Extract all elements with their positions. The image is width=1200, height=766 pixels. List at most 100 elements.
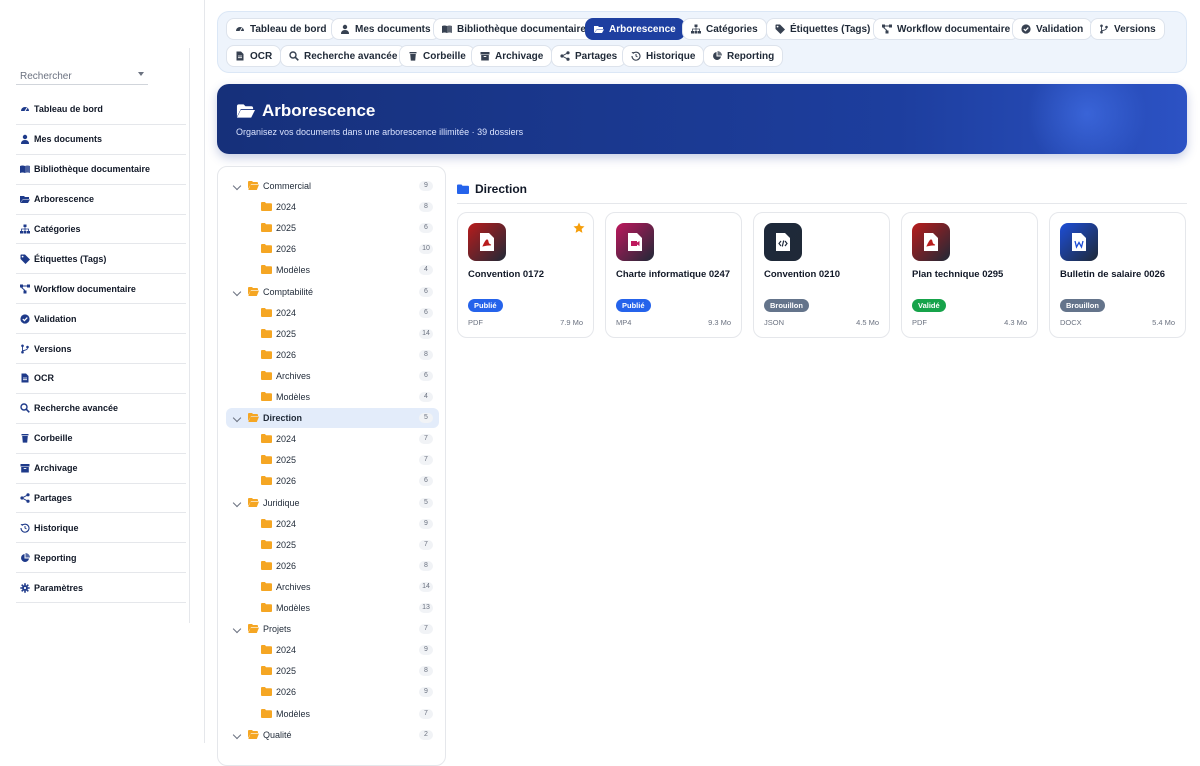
tree-folder[interactable]: Direction 5	[226, 408, 439, 429]
tree-subfolder[interactable]: 2024 9	[226, 640, 439, 660]
tree-subfolder[interactable]: 2025 6	[226, 218, 439, 238]
folder-open-icon	[248, 729, 259, 739]
tree-label: Archives	[276, 581, 311, 592]
chevron-down-icon[interactable]	[232, 413, 242, 423]
tree-subfolder[interactable]: 2024 8	[226, 197, 439, 217]
tab-label: Étiquettes (Tags)	[790, 23, 871, 35]
tree-label: Commercial	[263, 181, 312, 191]
sidebar-item-11[interactable]: Corbeille	[16, 424, 186, 454]
tree-subfolder[interactable]: 2026 6	[226, 471, 439, 491]
tab-9[interactable]: OCR	[226, 45, 282, 67]
tree-folder[interactable]: Juridique 5	[226, 493, 439, 513]
document-card[interactable]: Convention 0210 Brouillon JSON 4.5 Mo	[753, 212, 890, 338]
sidebar-item-4[interactable]: Catégories	[16, 215, 186, 245]
tree-subfolder[interactable]: 2025 7	[226, 450, 439, 470]
sitemap-icon	[691, 24, 701, 34]
tab-label: Catégories	[706, 23, 758, 35]
chevron-down-icon[interactable]	[232, 498, 242, 507]
chevron-down-icon[interactable]	[232, 181, 242, 191]
sidebar-search-select[interactable]: Rechercher	[16, 65, 148, 85]
folder-open-icon	[20, 194, 30, 204]
branch-icon	[20, 344, 30, 354]
sidebar-item-6[interactable]: Workflow documentaire	[16, 274, 186, 305]
sidebar-item-13[interactable]: Partages	[16, 484, 186, 514]
tree-subfolder[interactable]: 2026 8	[226, 556, 439, 576]
sidebar-item-1[interactable]: Mes documents	[16, 125, 186, 155]
tree-subfolder[interactable]: 2024 6	[226, 303, 439, 323]
tree-folder[interactable]: Commercial 9	[226, 176, 439, 196]
sidebar-item-12[interactable]: Archivage	[16, 454, 186, 484]
document-card[interactable]: Convention 0172 Publié PDF 7.9 Mo	[457, 212, 594, 338]
chevron-down-icon[interactable]	[232, 624, 242, 634]
tab-3[interactable]: Arborescence	[585, 18, 685, 40]
tab-14[interactable]: Historique	[622, 45, 705, 67]
sidebar-scrollbar[interactable]	[189, 48, 190, 623]
tab-15[interactable]: Reporting	[703, 45, 784, 67]
sidebar-item-15[interactable]: Reporting	[16, 543, 186, 574]
count-badge: 8	[419, 349, 433, 360]
tab-6[interactable]: Workflow documentaire	[873, 18, 1020, 40]
tab-11[interactable]: Corbeille	[399, 45, 475, 67]
document-card[interactable]: Plan technique 0295 Validé PDF 4.3 Mo	[901, 212, 1038, 338]
tree-subfolder[interactable]: 2026 9	[226, 682, 439, 702]
folder-icon	[261, 666, 272, 676]
tree-folder[interactable]: Qualité 2	[226, 725, 439, 745]
tab-4[interactable]: Catégories	[682, 18, 767, 40]
sidebar-item-0[interactable]: Tableau de bord	[16, 95, 186, 125]
tree-subfolder[interactable]: 2026 10	[226, 239, 439, 259]
sidebar-item-7[interactable]: Validation	[16, 304, 186, 335]
tree-subfolder[interactable]: 2025 8	[226, 661, 439, 681]
tree-subfolder[interactable]: 2026 8	[226, 345, 439, 365]
tab-10[interactable]: Recherche avancée	[280, 45, 407, 67]
sidebar-item-2[interactable]: Bibliothèque documentaire	[16, 155, 186, 185]
chevron-down-icon[interactable]	[232, 287, 242, 296]
folder-icon	[261, 581, 272, 591]
folder-icon	[261, 603, 272, 612]
sidebar-item-label: Versions	[34, 343, 72, 354]
document-card[interactable]: Charte informatique 0247 Publié MP4 9.3 Mo	[605, 212, 742, 338]
sidebar-item-16[interactable]: Paramètres	[16, 573, 186, 604]
tab-12[interactable]: Archivage	[471, 45, 553, 67]
branch-icon	[1099, 24, 1109, 34]
tab-2[interactable]: Bibliothèque documentaire	[433, 18, 595, 40]
gear-icon	[20, 582, 30, 593]
tree-subfolder[interactable]: Modèles 13	[226, 598, 439, 618]
sidebar-item-9[interactable]: OCR	[16, 364, 186, 394]
sidebar-item-8[interactable]: Versions	[16, 334, 186, 365]
tree-subfolder[interactable]: Modèles 4	[226, 260, 439, 280]
folder-icon	[261, 687, 272, 697]
count-badge: 6	[419, 286, 433, 297]
tree-subfolder[interactable]: 2024 9	[226, 514, 439, 534]
tree-folder[interactable]: Comptabilité 6	[226, 282, 439, 302]
tree-subfolder[interactable]: Archives 6	[226, 366, 439, 386]
tree-label: Modèles	[276, 603, 311, 613]
sidebar-item-5[interactable]: Étiquettes (Tags)	[16, 244, 186, 275]
tab-7[interactable]: Validation	[1012, 18, 1093, 40]
search-icon	[20, 403, 30, 414]
chevron-down-icon[interactable]	[232, 730, 242, 739]
tree-subfolder[interactable]: Modèles 4	[226, 387, 439, 407]
tree-folder[interactable]: Projets 7	[226, 619, 439, 639]
tab-1[interactable]: Mes documents	[331, 18, 440, 40]
tab-13[interactable]: Partages	[551, 45, 627, 67]
folder-icon	[261, 476, 272, 486]
workflow-icon	[20, 284, 30, 294]
tree-subfolder[interactable]: Archives 14	[226, 577, 439, 597]
divider	[457, 203, 1187, 204]
tree-subfolder[interactable]: Modèles 7	[226, 704, 439, 724]
sidebar-item-3[interactable]: Arborescence	[16, 185, 186, 215]
sidebar-item-14[interactable]: Historique	[16, 513, 186, 544]
folder-icon	[261, 202, 272, 212]
tab-8[interactable]: Versions	[1090, 18, 1165, 40]
sidebar-item-10[interactable]: Recherche avancée	[16, 394, 186, 424]
document-card[interactable]: Bulletin de salaire 0026 Brouillon DOCX 5.4…	[1049, 212, 1186, 338]
file-size: 4.5 Mo	[856, 318, 879, 327]
star-icon[interactable]	[573, 221, 585, 233]
tab-5[interactable]: Étiquettes (Tags)	[766, 18, 880, 40]
tab-0[interactable]: Tableau de bord	[226, 18, 336, 40]
tree-subfolder[interactable]: 2024 7	[226, 429, 439, 449]
count-badge: 9	[419, 687, 433, 698]
tree-subfolder[interactable]: 2025 14	[226, 324, 439, 344]
folder-tree: Commercial 9 2024 8 2025 6 2026 10 Modèles 4 Compt…	[217, 166, 446, 766]
tree-subfolder[interactable]: 2025 7	[226, 535, 439, 555]
